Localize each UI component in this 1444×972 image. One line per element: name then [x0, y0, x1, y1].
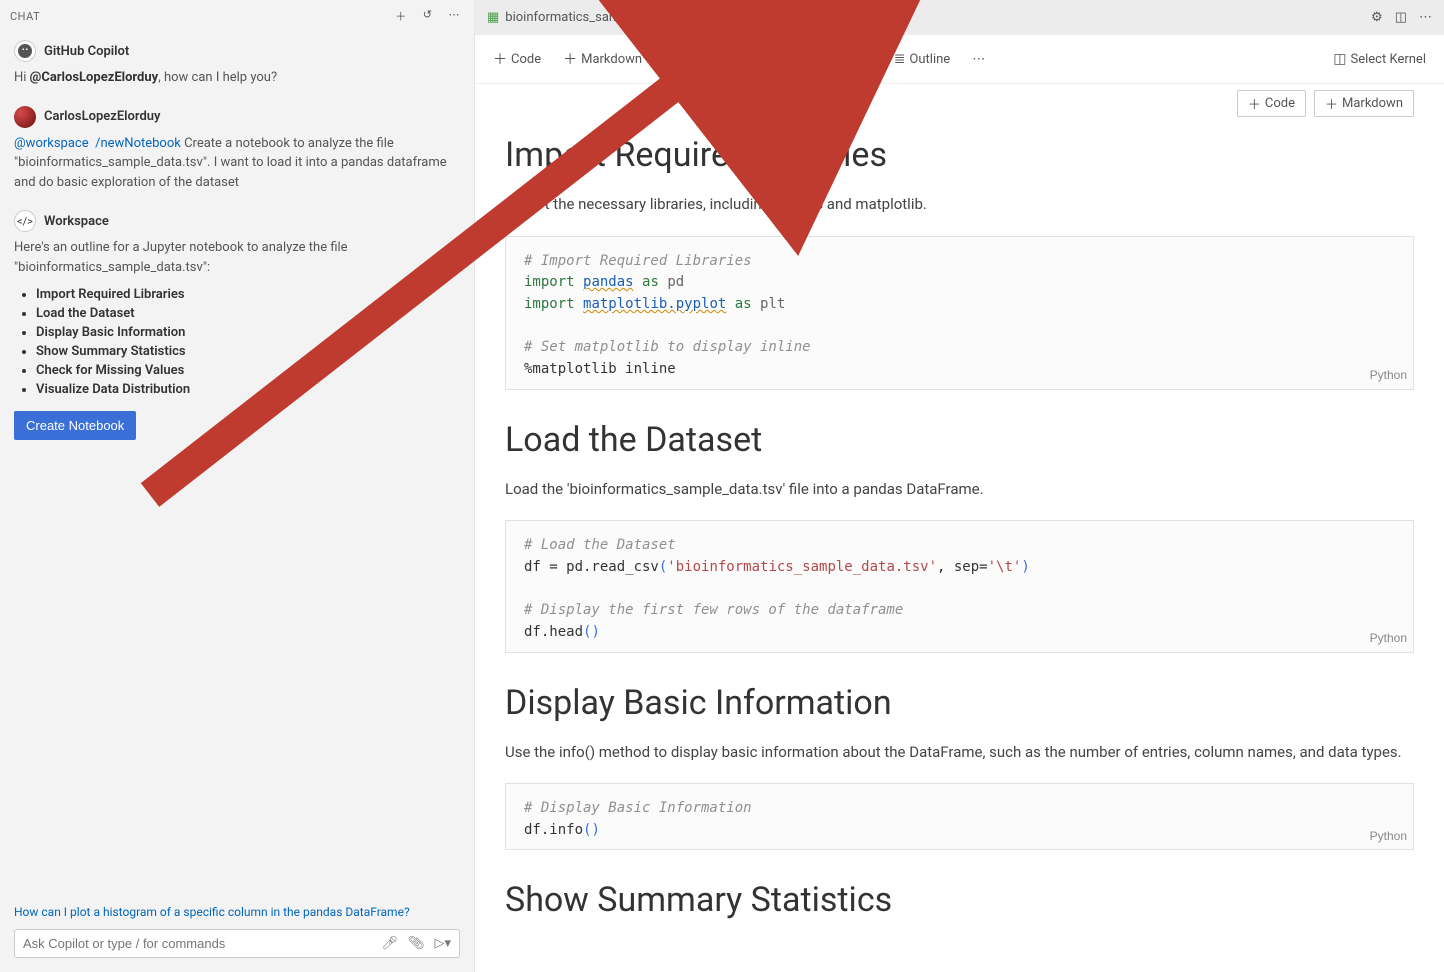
heading-import: Import Required Libraries	[505, 135, 1414, 175]
tab-tsv[interactable]: ▦ bioinformatics_sample_data.tsv	[475, 0, 702, 35]
tabs-actions: ⚙ ◫ ⋯	[1371, 10, 1444, 25]
user-mention: @CarlosLopezElorduy	[30, 70, 159, 85]
chat-input-icons: 🎤︎ 📎︎ ▷▾	[381, 936, 451, 951]
outline-item: Check for Missing Values	[36, 363, 460, 378]
dirty-indicator-icon	[827, 14, 835, 22]
chat-header-actions: ＋ ↺ ⋯	[391, 6, 464, 26]
chat-body: GitHub Copilot Hi @CarlosLopezElorduy, h…	[0, 32, 474, 897]
user-name: CarlosLopezElorduy	[44, 109, 161, 124]
chat-header: CHAT ＋ ↺ ⋯	[0, 0, 474, 32]
code-cell-import[interactable]: # Import Required Libraries import panda…	[505, 236, 1414, 390]
kernel-icon: ◫	[1333, 51, 1346, 67]
attach-icon[interactable]: 📎︎	[408, 936, 425, 951]
copilot-avatar-icon	[14, 40, 36, 62]
notebook-content[interactable]: Import Required Libraries Import the nec…	[475, 117, 1444, 972]
editor-panel: ▦ bioinformatics_sample_data.tsv ◉ Untit…	[475, 0, 1444, 972]
plus-icon: ＋	[1248, 94, 1261, 113]
outline-item: Import Required Libraries	[36, 287, 460, 302]
para-info: Use the info() method to display basic i…	[505, 741, 1414, 764]
add-code-cell-button[interactable]: ＋Code	[1237, 90, 1306, 117]
copilot-message: GitHub Copilot Hi @CarlosLopezElorduy, h…	[14, 40, 460, 88]
outline-icon: ≣	[894, 51, 906, 67]
more-icon[interactable]: ⋯	[1419, 10, 1432, 25]
tab-label: bioinformatics_sample_data.tsv	[505, 10, 690, 25]
workspace-message: </> Workspace Here's an outline for a Ju…	[14, 210, 460, 440]
chat-suggestion[interactable]: How can I plot a histogram of a specific…	[14, 905, 460, 919]
lang-tag: Python	[1370, 827, 1407, 846]
newnotebook-command[interactable]: /newNotebook	[95, 136, 181, 151]
chat-panel: CHAT ＋ ↺ ⋯ GitHub Copilot Hi @CarlosLope…	[0, 0, 475, 972]
para-load: Load the 'bioinformatics_sample_data.tsv…	[505, 478, 1414, 501]
chat-title: CHAT	[10, 10, 391, 23]
play-all-icon: ▷▷	[679, 51, 701, 67]
code-cell-load[interactable]: # Load the Dataset df = pd.read_csv('bio…	[505, 520, 1414, 652]
workspace-intro: Here's an outline for a Jupyter notebook…	[14, 238, 460, 277]
jupyter-file-icon: ◉	[714, 10, 725, 25]
separator	[660, 50, 661, 68]
copilot-name: GitHub Copilot	[44, 44, 129, 59]
clear-outputs-button[interactable]: ≢Clear All Outputs	[734, 48, 865, 71]
chat-footer: How can I plot a histogram of a specific…	[0, 897, 474, 972]
outline-item: Display Basic Information	[36, 325, 460, 340]
user-avatar-icon	[14, 106, 36, 128]
lang-tag: Python	[1370, 629, 1407, 648]
send-icon[interactable]: ▷▾	[434, 936, 451, 951]
cell-actions: ＋Code ＋Markdown	[475, 84, 1444, 117]
mic-icon[interactable]: 🎤︎	[381, 936, 398, 951]
separator	[875, 50, 876, 68]
chat-input[interactable]	[23, 936, 381, 951]
outline-item: Show Summary Statistics	[36, 344, 460, 359]
select-kernel-button[interactable]: ◫Select Kernel	[1325, 48, 1434, 70]
outline-item: Visualize Data Distribution	[36, 382, 460, 397]
heading-info: Display Basic Information	[505, 683, 1414, 723]
more-icon[interactable]: ⋯	[445, 6, 465, 26]
tab-label: Untitled-1.ipynb	[731, 10, 821, 25]
notebook-toolbar: ＋Code ＋Markdown ▷▷Run All ≢Clear All Ou…	[475, 35, 1444, 84]
workspace-mention[interactable]: @workspace	[14, 136, 89, 151]
tsv-file-icon: ▦	[487, 10, 499, 25]
copilot-text: Hi @CarlosLopezElorduy, how can I help y…	[14, 68, 460, 88]
add-markdown-button[interactable]: ＋Markdown	[555, 46, 650, 72]
plus-icon: ＋	[563, 49, 577, 69]
plus-icon: ＋	[1325, 94, 1338, 113]
chat-input-row: 🎤︎ 📎︎ ▷▾	[14, 929, 460, 958]
more-icon: ⋯	[972, 52, 985, 67]
tab-notebook[interactable]: ◉ Untitled-1.ipynb	[702, 0, 847, 35]
code-cell-info[interactable]: # Display Basic Information df.info() Py…	[505, 783, 1414, 850]
add-code-button[interactable]: ＋Code	[485, 46, 549, 72]
create-notebook-button[interactable]: Create Notebook	[14, 411, 136, 440]
outline-item: Load the Dataset	[36, 306, 460, 321]
user-text: @workspace /newNotebook Create a noteboo…	[14, 134, 460, 193]
history-icon[interactable]: ↺	[419, 6, 437, 26]
outline-list: Import Required Libraries Load the Datas…	[36, 287, 460, 397]
heading-load: Load the Dataset	[505, 420, 1414, 460]
run-all-button[interactable]: ▷▷Run All	[671, 41, 713, 77]
add-markdown-cell-button[interactable]: ＋Markdown	[1314, 90, 1414, 117]
new-chat-icon[interactable]: ＋	[391, 6, 411, 26]
tabs-row: ▦ bioinformatics_sample_data.tsv ◉ Untit…	[475, 0, 1444, 35]
workspace-avatar-icon: </>	[14, 210, 36, 232]
workspace-name: Workspace	[44, 214, 109, 229]
toolbar-more-button[interactable]: ⋯	[964, 49, 993, 70]
separator	[723, 50, 724, 68]
settings-icon[interactable]: ⚙	[1371, 10, 1383, 25]
plus-icon: ＋	[493, 49, 507, 69]
outline-button[interactable]: ≣Outline	[886, 48, 959, 70]
user-message: CarlosLopezElorduy @workspace /newNotebo…	[14, 106, 460, 193]
clear-icon: ≢	[742, 51, 756, 68]
lang-tag: Python	[1370, 366, 1407, 385]
para-import: Import the necessary libraries, includin…	[505, 193, 1414, 216]
layout-icon[interactable]: ◫	[1395, 10, 1407, 25]
heading-summary: Show Summary Statistics	[505, 880, 1414, 920]
